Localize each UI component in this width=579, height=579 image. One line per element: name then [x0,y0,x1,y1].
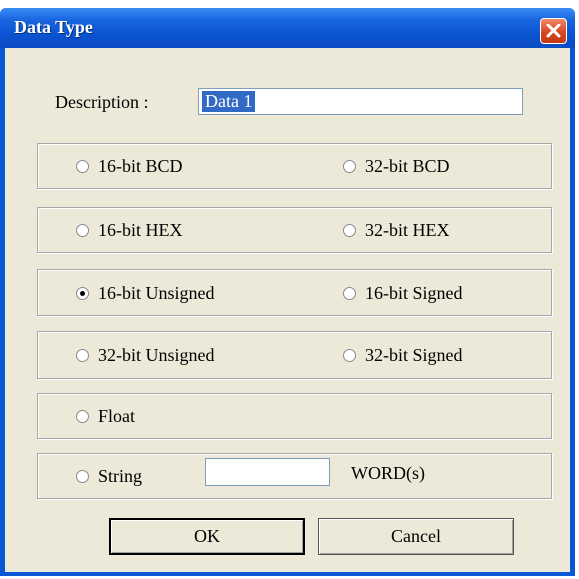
radio-32bit-unsigned[interactable]: 32-bit Unsigned [76,344,215,366]
string-unit-label: WORD(s) [351,463,425,483]
radio-button-icon [343,223,356,237]
radio-button-icon [343,159,356,173]
radio-32bit-signed[interactable]: 32-bit Signed [343,344,463,366]
description-input[interactable]: Data 1 [198,88,523,115]
title-bar[interactable]: Data Type [0,8,575,48]
radio-button-icon [76,469,89,483]
close-button[interactable] [540,18,567,44]
radio-button-icon [343,348,356,362]
radio-string[interactable]: String [76,465,142,487]
radio-button-selected-icon [76,286,89,300]
radio-button-icon [76,348,89,362]
description-value: Data 1 [202,91,256,112]
radio-float[interactable]: Float [76,405,135,427]
close-icon [546,24,561,38]
radio-button-icon [76,223,89,237]
string-length-input[interactable] [205,458,330,486]
radio-button-icon [343,286,356,300]
ok-button[interactable]: OK [109,518,305,555]
window-title: Data Type [14,17,93,37]
radio-16bit-unsigned[interactable]: 16-bit Unsigned [76,282,215,304]
radio-32bit-hex[interactable]: 32-bit HEX [343,219,450,241]
radio-32bit-bcd[interactable]: 32-bit BCD [343,155,450,177]
radio-16bit-bcd[interactable]: 16-bit BCD [76,155,183,177]
description-label: Description : [55,92,149,112]
radio-button-icon [76,409,89,423]
cancel-button[interactable]: Cancel [318,518,514,555]
radio-16bit-hex[interactable]: 16-bit HEX [76,219,183,241]
radio-16bit-signed[interactable]: 16-bit Signed [343,282,463,304]
radio-button-icon [76,159,89,173]
